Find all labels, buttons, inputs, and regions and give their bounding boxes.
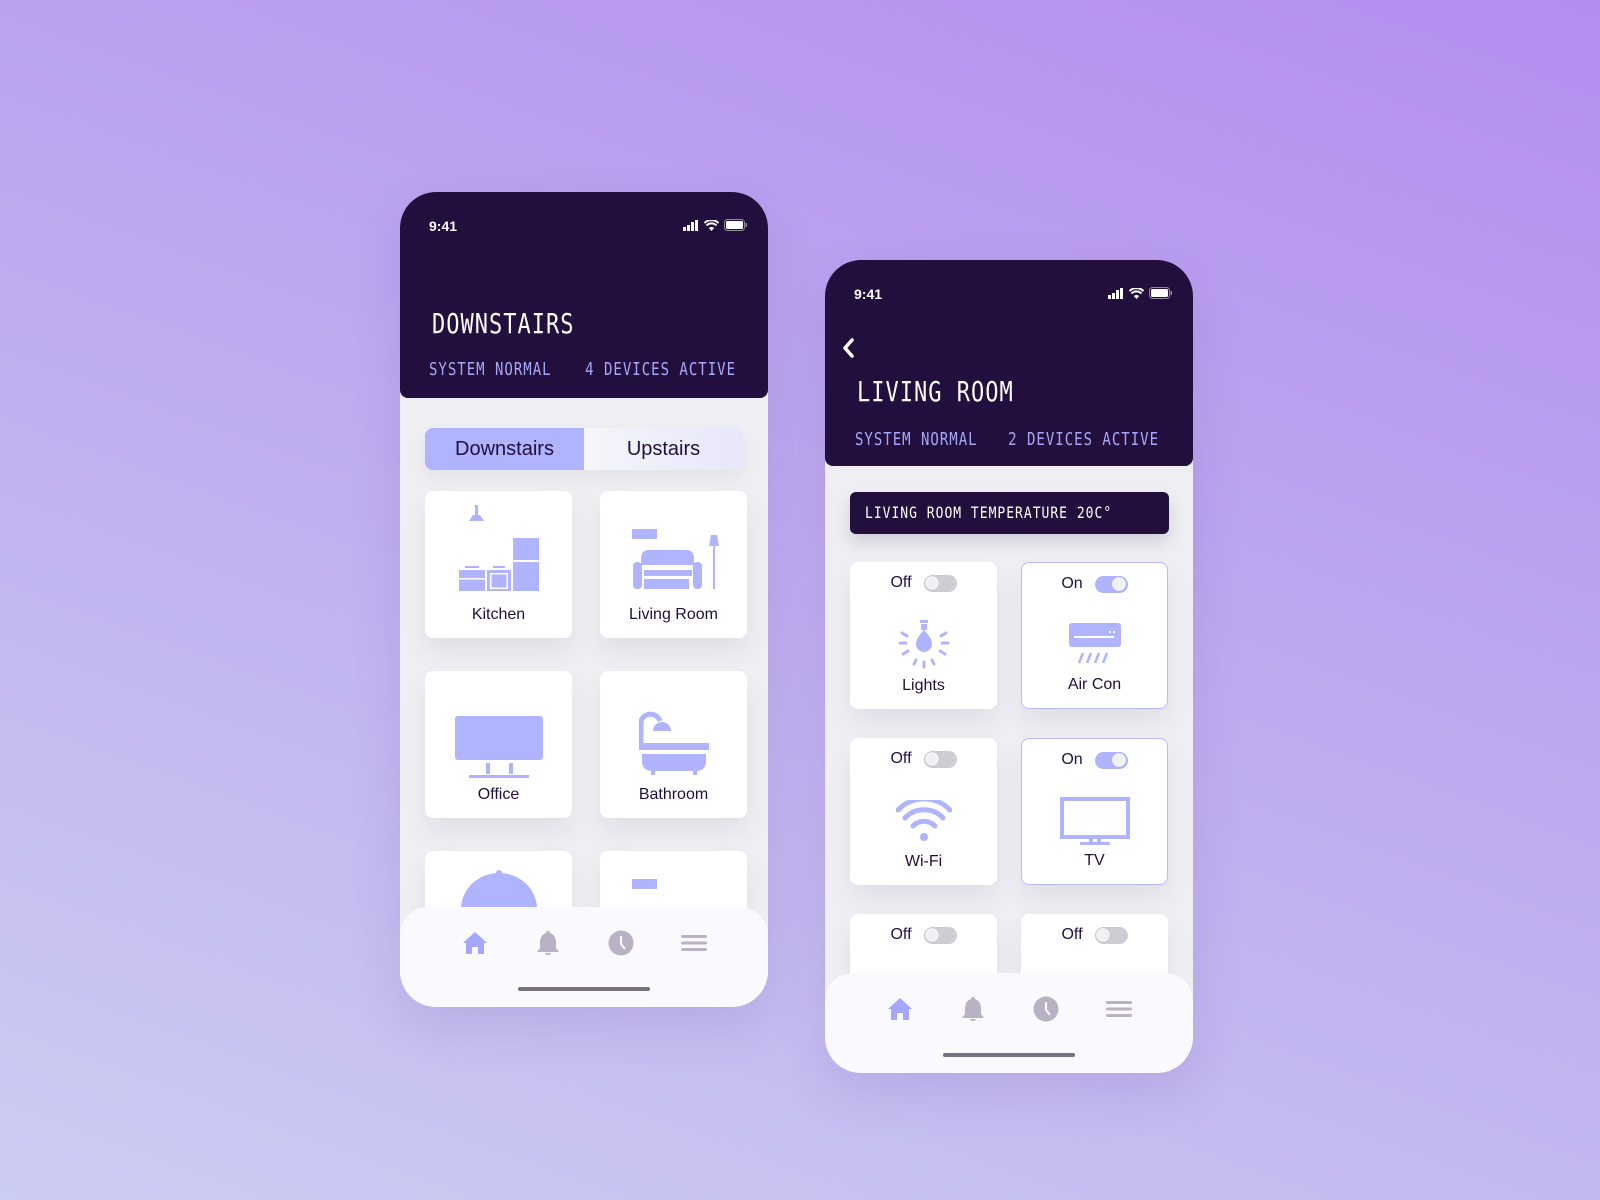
device-state: Off xyxy=(1061,926,1083,943)
room-label: Bathroom xyxy=(638,786,709,803)
header: 9:41 Downstairs System Normal 4 Devices … xyxy=(400,192,768,398)
temperature-readout: Living Room Temperature 20C° xyxy=(850,492,1169,534)
room-label: Office xyxy=(477,786,520,803)
bottom-nav xyxy=(400,907,768,1007)
room-card-kitchen[interactable]: Kitchen xyxy=(425,491,572,638)
tab-downstairs[interactable]: Downstairs xyxy=(425,428,584,470)
home-icon xyxy=(887,998,912,1020)
nav-notifications[interactable] xyxy=(534,929,562,957)
device-toggle[interactable] xyxy=(1094,751,1128,769)
device-toggle[interactable] xyxy=(923,574,957,592)
tab-upstairs[interactable]: Upstairs xyxy=(584,428,743,470)
page-title: Living Room xyxy=(857,377,1014,409)
device-toggle[interactable] xyxy=(1094,926,1128,944)
bathtub-icon xyxy=(638,711,709,775)
room-label: Kitchen xyxy=(471,606,526,623)
device-toggle[interactable] xyxy=(923,750,957,768)
room-card-office[interactable]: Office xyxy=(425,671,572,818)
device-label: Air Con xyxy=(1067,676,1122,693)
monitor-icon xyxy=(454,716,543,778)
downstairs-screen: 9:41 Downstairs System Normal 4 Devices … xyxy=(400,192,768,1007)
light-bulb-icon xyxy=(897,620,951,675)
device-state: On xyxy=(1061,575,1083,592)
home-indicator xyxy=(943,1053,1075,1057)
menu-icon xyxy=(680,935,707,951)
wifi-icon xyxy=(704,219,719,231)
bottom-nav xyxy=(825,973,1193,1073)
wifi-icon xyxy=(1129,287,1144,299)
home-icon xyxy=(462,932,487,954)
nav-menu[interactable] xyxy=(1105,995,1133,1023)
room-card-living-room[interactable]: Living Room xyxy=(600,491,747,638)
page-title: Downstairs xyxy=(432,309,575,341)
signal-icon xyxy=(683,219,698,231)
nav-history[interactable] xyxy=(1032,995,1060,1023)
toggle-knob xyxy=(1112,753,1127,767)
nav-menu[interactable] xyxy=(680,929,708,957)
device-card-lights[interactable]: Off Lights xyxy=(850,562,997,709)
floor-switcher: Downstairs Upstairs xyxy=(425,428,743,470)
device-toggle[interactable] xyxy=(923,926,957,944)
header: 9:41 Living Room System Normal 2 Devices… xyxy=(825,260,1193,466)
device-state: Off xyxy=(890,750,912,767)
battery-icon xyxy=(1149,287,1172,299)
battery-icon xyxy=(724,219,747,231)
system-status: System Normal xyxy=(855,430,978,450)
device-card-wi-fi[interactable]: Off Wi-Fi xyxy=(850,738,997,885)
nav-home[interactable] xyxy=(886,995,914,1023)
chevron-left-icon xyxy=(843,338,854,358)
devices-active: 2 Devices Active xyxy=(1008,430,1159,450)
nav-notifications[interactable] xyxy=(959,995,987,1023)
device-state: Off xyxy=(890,926,912,943)
nav-home[interactable] xyxy=(461,929,489,957)
device-state: On xyxy=(1061,751,1083,768)
back-button[interactable] xyxy=(841,334,855,366)
status-time: 9:41 xyxy=(854,286,883,302)
status-time: 9:41 xyxy=(429,218,458,234)
device-label: Lights xyxy=(902,677,945,694)
system-status: System Normal xyxy=(429,360,552,380)
device-state: Off xyxy=(890,574,912,591)
clock-icon xyxy=(1033,996,1058,1022)
home-indicator xyxy=(518,987,650,991)
wifi-icon xyxy=(895,796,952,847)
toggle-knob xyxy=(1096,928,1111,942)
device-label: TV xyxy=(1084,852,1105,869)
menu-icon xyxy=(1105,1001,1132,1017)
room-label: Living Room xyxy=(629,606,718,623)
bell-icon xyxy=(961,997,984,1021)
living-room-screen: 9:41 Living Room System Normal 2 Devices… xyxy=(825,260,1193,1073)
clock-icon xyxy=(608,930,633,956)
sofa-icon xyxy=(631,529,719,589)
device-toggle[interactable] xyxy=(1094,575,1128,593)
toggle-knob xyxy=(925,752,940,766)
tv-icon xyxy=(1059,797,1130,852)
device-label: Wi-Fi xyxy=(904,853,943,870)
status-bar: 9:41 xyxy=(429,218,748,234)
status-bar: 9:41 xyxy=(854,286,1173,302)
devices-active: 4 Devices Active xyxy=(585,360,736,380)
device-card-air-con[interactable]: On Air Con xyxy=(1021,562,1168,709)
toggle-knob xyxy=(925,576,940,590)
device-card-tv[interactable]: On TV xyxy=(1021,738,1168,885)
air-conditioner-icon xyxy=(1068,623,1121,670)
nav-history[interactable] xyxy=(607,929,635,957)
kitchen-icon xyxy=(458,505,539,591)
bell-icon xyxy=(536,931,559,955)
temperature-text: Living Room Temperature 20C° xyxy=(865,504,1113,523)
room-card-bathroom[interactable]: Bathroom xyxy=(600,671,747,818)
toggle-knob xyxy=(1112,577,1127,591)
bedroom-icon xyxy=(631,879,657,889)
toggle-knob xyxy=(925,928,940,942)
signal-icon xyxy=(1108,287,1123,299)
